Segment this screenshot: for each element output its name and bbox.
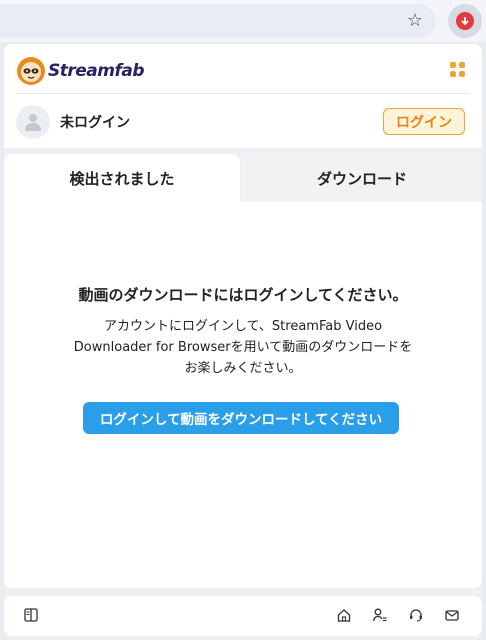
main-panel: 動画のダウンロードにはログインしてください。 アカウントにログインして、Stre… <box>4 202 482 588</box>
tab-bar: 検出されました ダウンロード <box>4 154 482 202</box>
login-prompt-body: アカウントにログインして、StreamFab Video Downloader … <box>54 316 432 379</box>
support-headset-icon[interactable] <box>409 608 425 624</box>
browser-toolbar: ☆ <box>0 0 486 42</box>
tab-detected[interactable]: 検出されました <box>4 154 240 202</box>
logo-text: Streamfab <box>48 61 145 81</box>
extension-popup: Streamfab 未ログイン ログイン 検出されました ダウンロード 動画のダ… <box>4 44 482 640</box>
body-line: アカウントにログインして、StreamFab Video <box>103 319 383 334</box>
address-bar[interactable] <box>0 4 436 38</box>
avatar <box>16 105 50 139</box>
body-line: お楽しみください。 <box>184 361 302 376</box>
login-button[interactable]: ログイン <box>383 108 465 135</box>
header-divider <box>16 93 470 94</box>
home-icon[interactable] <box>337 608 353 624</box>
popup-footer <box>4 596 482 636</box>
login-to-download-button[interactable]: ログインして動画をダウンロードしてください <box>83 402 399 434</box>
popup-header: Streamfab 未ログイン ログイン <box>4 44 482 148</box>
login-prompt-title: 動画のダウンロードにはログインしてください。 <box>78 286 408 304</box>
star-icon[interactable]: ☆ <box>404 10 426 32</box>
streamfab-logo: Streamfab <box>16 56 145 86</box>
sidebar-panel-icon[interactable] <box>24 608 40 624</box>
grid-icon[interactable] <box>450 62 465 77</box>
tab-download[interactable]: ダウンロード <box>242 154 482 202</box>
mail-icon[interactable] <box>445 608 461 624</box>
sloth-logo-icon <box>17 57 45 85</box>
user-status: 未ログイン <box>60 115 130 131</box>
streamfab-download-icon <box>456 12 474 30</box>
user-list-icon[interactable] <box>373 608 389 624</box>
extension-button[interactable] <box>448 4 482 38</box>
body-line: Downloader for Browserを用いて動画のダウンロードを <box>73 340 413 355</box>
